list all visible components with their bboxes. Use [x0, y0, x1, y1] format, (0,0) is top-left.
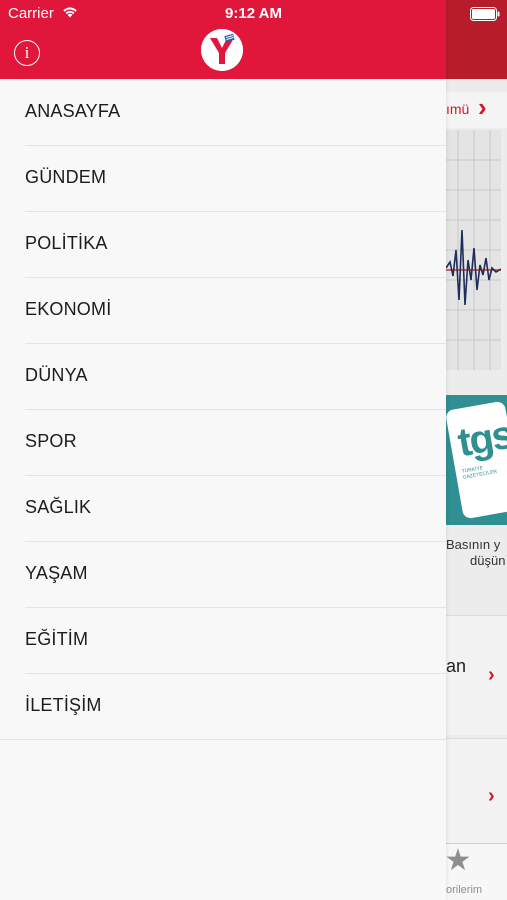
- tgs-logo: tgs: [454, 412, 507, 466]
- app-logo[interactable]: [201, 29, 243, 71]
- menu-item-label: EKONOMİ: [25, 299, 112, 319]
- menu-item-iletisim[interactable]: İLETİŞİM: [0, 673, 446, 740]
- chevron-right-icon: ›: [488, 664, 495, 686]
- news-caption-line1: Basının y: [446, 537, 501, 552]
- logo-icon: [201, 29, 243, 71]
- menu-item-saglik[interactable]: SAĞLIK: [0, 475, 446, 542]
- menu-item-label: ANASAYFA: [25, 101, 121, 121]
- menu-item-label: DÜNYA: [25, 365, 88, 385]
- tab-favorites-label[interactable]: orilerim: [446, 884, 482, 896]
- battery-icon: [470, 7, 500, 21]
- section-link-text: ımü: [446, 101, 470, 117]
- list-item[interactable]: ›: [446, 738, 507, 843]
- menu-item-label: GÜNDEM: [25, 167, 107, 187]
- seismograph-graphic: [446, 130, 501, 370]
- status-time: 9:12 AM: [225, 5, 282, 22]
- news-image-seismograph[interactable]: [446, 130, 501, 370]
- chevron-right-icon: ›: [488, 785, 495, 807]
- menu-item-label: İLETİŞİM: [25, 695, 102, 715]
- menu-item-label: EĞİTİM: [25, 629, 89, 649]
- menu-item-label: YAŞAM: [25, 563, 88, 583]
- divider: [0, 739, 446, 740]
- menu-item-egitim[interactable]: EĞİTİM: [0, 607, 446, 674]
- side-menu-drawer: i ANASAYFA GÜNDEM POLİTİKA EKONOMİ DÜNYA…: [0, 0, 446, 900]
- menu-item-dunya[interactable]: DÜNYA: [0, 343, 446, 410]
- menu-list: ANASAYFA GÜNDEM POLİTİKA EKONOMİ DÜNYA S…: [0, 79, 446, 740]
- menu-item-label: POLİTİKA: [25, 233, 108, 253]
- menu-item-ekonomi[interactable]: EKONOMİ: [0, 277, 446, 344]
- menu-item-gundem[interactable]: GÜNDEM: [0, 145, 446, 212]
- menu-item-anasayfa[interactable]: ANASAYFA: [0, 79, 446, 146]
- info-icon[interactable]: i: [14, 40, 40, 66]
- chevron-right-icon[interactable]: ›: [478, 94, 487, 120]
- menu-item-politika[interactable]: POLİTİKA: [0, 211, 446, 278]
- news-caption-line2: düşün: [470, 553, 506, 568]
- menu-item-label: SAĞLIK: [25, 497, 92, 517]
- status-bar: Carrier 9:12 AM: [0, 0, 507, 28]
- news-image-tgs[interactable]: tgs TÜRKİYE GAZETECİLER: [446, 395, 507, 525]
- list-item-text: an: [446, 656, 467, 676]
- menu-item-yasam[interactable]: YAŞAM: [0, 541, 446, 608]
- list-item[interactable]: an ›: [446, 615, 507, 735]
- menu-item-label: SPOR: [25, 431, 77, 451]
- star-icon[interactable]: ★: [443, 846, 473, 876]
- menu-item-spor[interactable]: SPOR: [0, 409, 446, 476]
